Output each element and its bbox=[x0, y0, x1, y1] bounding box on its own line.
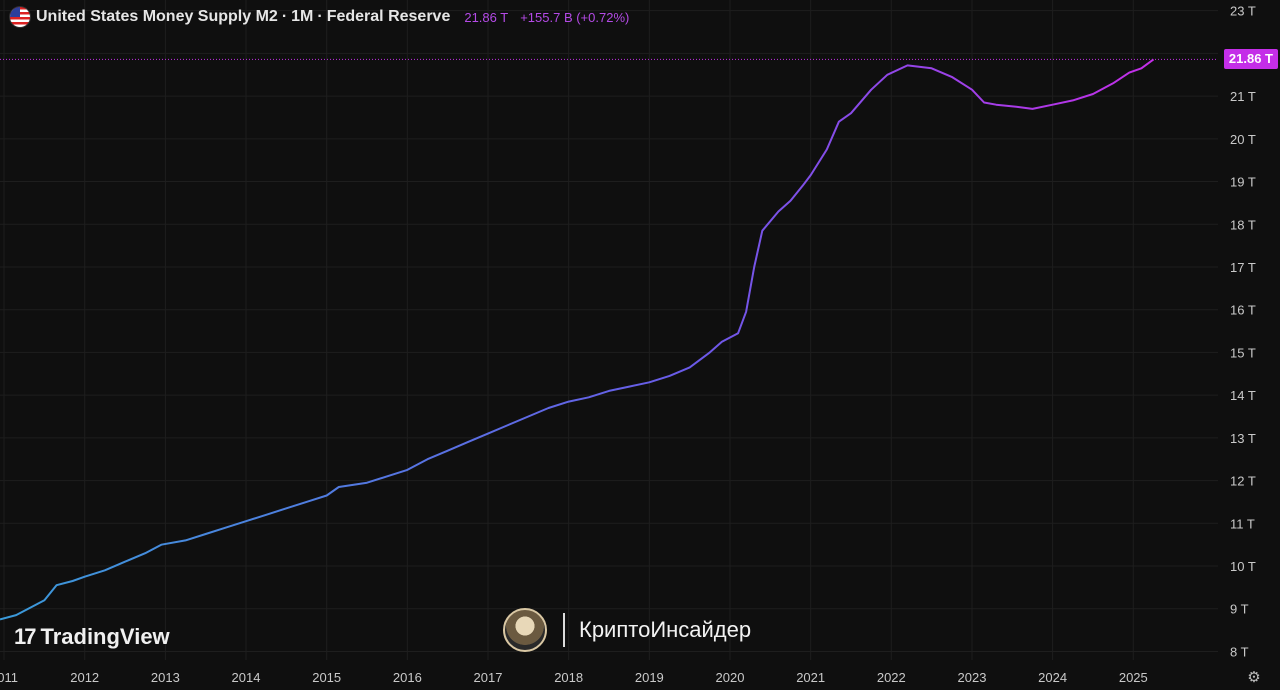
y-tick-label: 11 T bbox=[1230, 516, 1255, 531]
x-tick-label: 2022 bbox=[877, 670, 906, 685]
watermark-avatar bbox=[503, 608, 547, 652]
x-tick-label: 2019 bbox=[635, 670, 664, 685]
y-tick-label: 19 T bbox=[1230, 175, 1256, 190]
y-tick-label: 17 T bbox=[1230, 260, 1256, 275]
x-tick-label: 2017 bbox=[474, 670, 503, 685]
interval-label: 1M bbox=[291, 8, 314, 25]
x-tick-label: 2016 bbox=[393, 670, 422, 685]
grid bbox=[0, 0, 1218, 660]
m2-line-chart[interactable]: 8 T 9 T 10 T 11 T 12 T 13 T 14 T 15 T 16 T 17 T 18… bbox=[0, 0, 1280, 690]
x-tick-label: 2023 bbox=[958, 670, 987, 685]
x-tick-label: 2021 bbox=[796, 670, 825, 685]
y-tick-label: 8 T bbox=[1230, 644, 1249, 659]
m2-series-line bbox=[0, 58, 1155, 621]
us-flag-icon bbox=[10, 7, 30, 27]
y-tick-label: 18 T bbox=[1230, 217, 1256, 232]
chart-title[interactable]: United States Money Supply M2 · 1M · Federal… bbox=[36, 8, 450, 26]
x-tick-label: 2025 bbox=[1119, 670, 1148, 685]
tradingview-logo-icon: 17 bbox=[14, 624, 37, 649]
symbol-title: United States Money Supply M2 bbox=[36, 8, 278, 25]
y-tick-label: 14 T bbox=[1230, 388, 1256, 403]
x-tick-label: 2018 bbox=[554, 670, 583, 685]
x-tick-label: 2012 bbox=[70, 670, 99, 685]
current-price-label: 21.86 T bbox=[1223, 49, 1278, 70]
y-tick-label: 16 T bbox=[1230, 303, 1256, 318]
tradingview-logo[interactable]: 17 TradingView bbox=[14, 624, 170, 650]
settings-icon[interactable]: ⚙ bbox=[1244, 667, 1264, 687]
x-tick-label: 2013 bbox=[151, 670, 180, 685]
y-tick-label: 21 T bbox=[1230, 89, 1256, 104]
x-tick-label: 2014 bbox=[232, 670, 261, 685]
y-axis[interactable]: 8 T 9 T 10 T 11 T 12 T 13 T 14 T 15 T 16 T 17 T 18… bbox=[1230, 4, 1256, 660]
y-tick-label: 9 T bbox=[1230, 602, 1249, 617]
tradingview-name: TradingView bbox=[40, 624, 170, 649]
y-tick-label: 23 T bbox=[1230, 4, 1256, 19]
y-tick-label: 15 T bbox=[1230, 345, 1256, 360]
x-tick-label: 2020 bbox=[716, 670, 745, 685]
y-tick-label: 20 T bbox=[1230, 132, 1256, 147]
x-axis[interactable]: 2011 2012 2013 2014 2015 2016 2017 2018 2019 2020… bbox=[0, 670, 1148, 685]
watermark-text: КриптоИнсайдер bbox=[579, 617, 752, 642]
y-tick-label: 12 T bbox=[1230, 474, 1256, 489]
chart-app: 8 T 9 T 10 T 11 T 12 T 13 T 14 T 15 T 16 T 17 T 18… bbox=[0, 0, 1280, 690]
y-tick-label: 10 T bbox=[1230, 559, 1256, 574]
y-tick-label: 13 T bbox=[1230, 431, 1256, 446]
x-tick-label: 2011 bbox=[0, 670, 18, 685]
chart-header: United States Money Supply M2 · 1M · Federal… bbox=[10, 6, 629, 28]
last-value: 21.86 T bbox=[464, 9, 509, 25]
x-tick-label: 2024 bbox=[1038, 670, 1067, 685]
x-tick-label: 2015 bbox=[312, 670, 341, 685]
watermark: КриптоИнсайдер bbox=[503, 608, 751, 652]
source-label: Federal Reserve bbox=[326, 8, 451, 25]
change-value: +155.7 B (+0.72%) bbox=[520, 9, 630, 25]
watermark-divider bbox=[563, 613, 565, 647]
